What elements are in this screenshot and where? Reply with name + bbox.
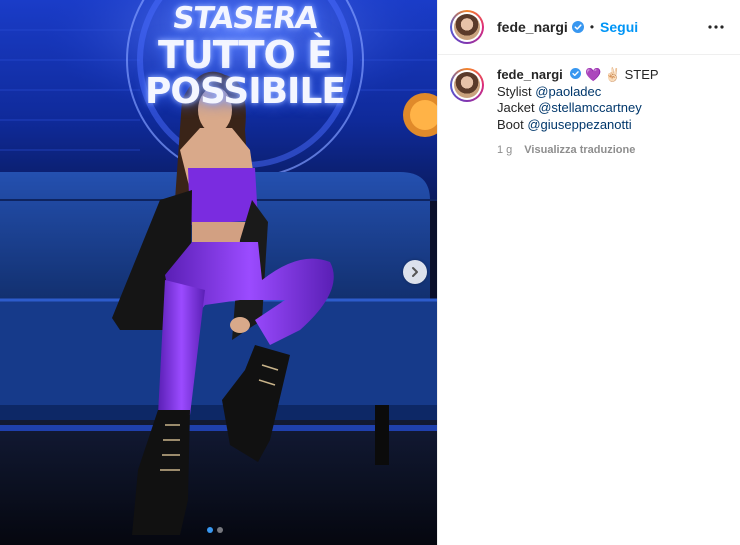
verified-badge-icon bbox=[571, 21, 584, 33]
avatar[interactable] bbox=[450, 10, 484, 44]
caption-line-label: Stylist bbox=[497, 83, 536, 99]
caption-meta: 1 g Visualizza traduzione bbox=[497, 142, 659, 159]
post-photo[interactable]: STASERA TUTTO È POSSIBILE bbox=[0, 0, 437, 545]
see-translation-button[interactable]: Visualizza traduzione bbox=[524, 142, 635, 159]
caption-body: fede_nargi 💜 ✌🏻 STEP Stylist @paoladec J… bbox=[497, 67, 659, 159]
caption-line-label: Jacket bbox=[497, 100, 539, 115]
carousel-dot-1 bbox=[207, 527, 213, 533]
carousel-indicator bbox=[207, 527, 223, 533]
carousel-next-button[interactable] bbox=[403, 260, 427, 284]
header-separator: • bbox=[589, 20, 595, 34]
avatar-image bbox=[454, 14, 480, 40]
caption-line-label: Boot bbox=[497, 116, 528, 132]
mention-link[interactable]: @stellamccartney bbox=[538, 100, 642, 115]
caption-emoji-text: 💜 ✌🏻 STEP bbox=[585, 67, 659, 82]
mention-link[interactable]: @paoladec bbox=[535, 84, 601, 99]
caption-avatar[interactable] bbox=[450, 68, 484, 102]
caption-avatar-image bbox=[454, 72, 480, 98]
caption-username[interactable]: fede_nargi bbox=[497, 67, 563, 82]
carousel-dot-2 bbox=[217, 527, 223, 533]
more-options-icon[interactable] bbox=[706, 17, 726, 37]
caption-line-stylist: Stylist @paoladec bbox=[497, 84, 659, 101]
mention-link[interactable]: @giuseppezanotti bbox=[527, 117, 631, 132]
caption-line-jacket: Jacket @stellamccartney bbox=[497, 100, 659, 117]
follow-button[interactable]: Segui bbox=[600, 19, 638, 35]
caption: fede_nargi 💜 ✌🏻 STEP Stylist @paoladec J… bbox=[438, 55, 740, 159]
header-username[interactable]: fede_nargi bbox=[497, 19, 568, 35]
post-side-panel: fede_nargi • Segui fede_nargi 💜 ✌🏻 STEP … bbox=[437, 0, 740, 545]
show-title-sign: STASERA TUTTO È POSSIBILE bbox=[130, 1, 360, 112]
chevron-right-icon bbox=[412, 267, 418, 277]
show-title-line-1: STASERA bbox=[170, 1, 320, 36]
post-header: fede_nargi • Segui bbox=[438, 0, 740, 55]
verified-badge-icon bbox=[570, 68, 582, 79]
show-title-line-3: POSSIBILE bbox=[145, 71, 346, 112]
show-title-line-2: TUTTO È bbox=[158, 33, 333, 77]
caption-line-boot: Boot @giuseppezanotti bbox=[497, 117, 659, 134]
post-time[interactable]: 1 g bbox=[497, 142, 512, 159]
caption-first-line: fede_nargi 💜 ✌🏻 STEP bbox=[497, 67, 659, 84]
